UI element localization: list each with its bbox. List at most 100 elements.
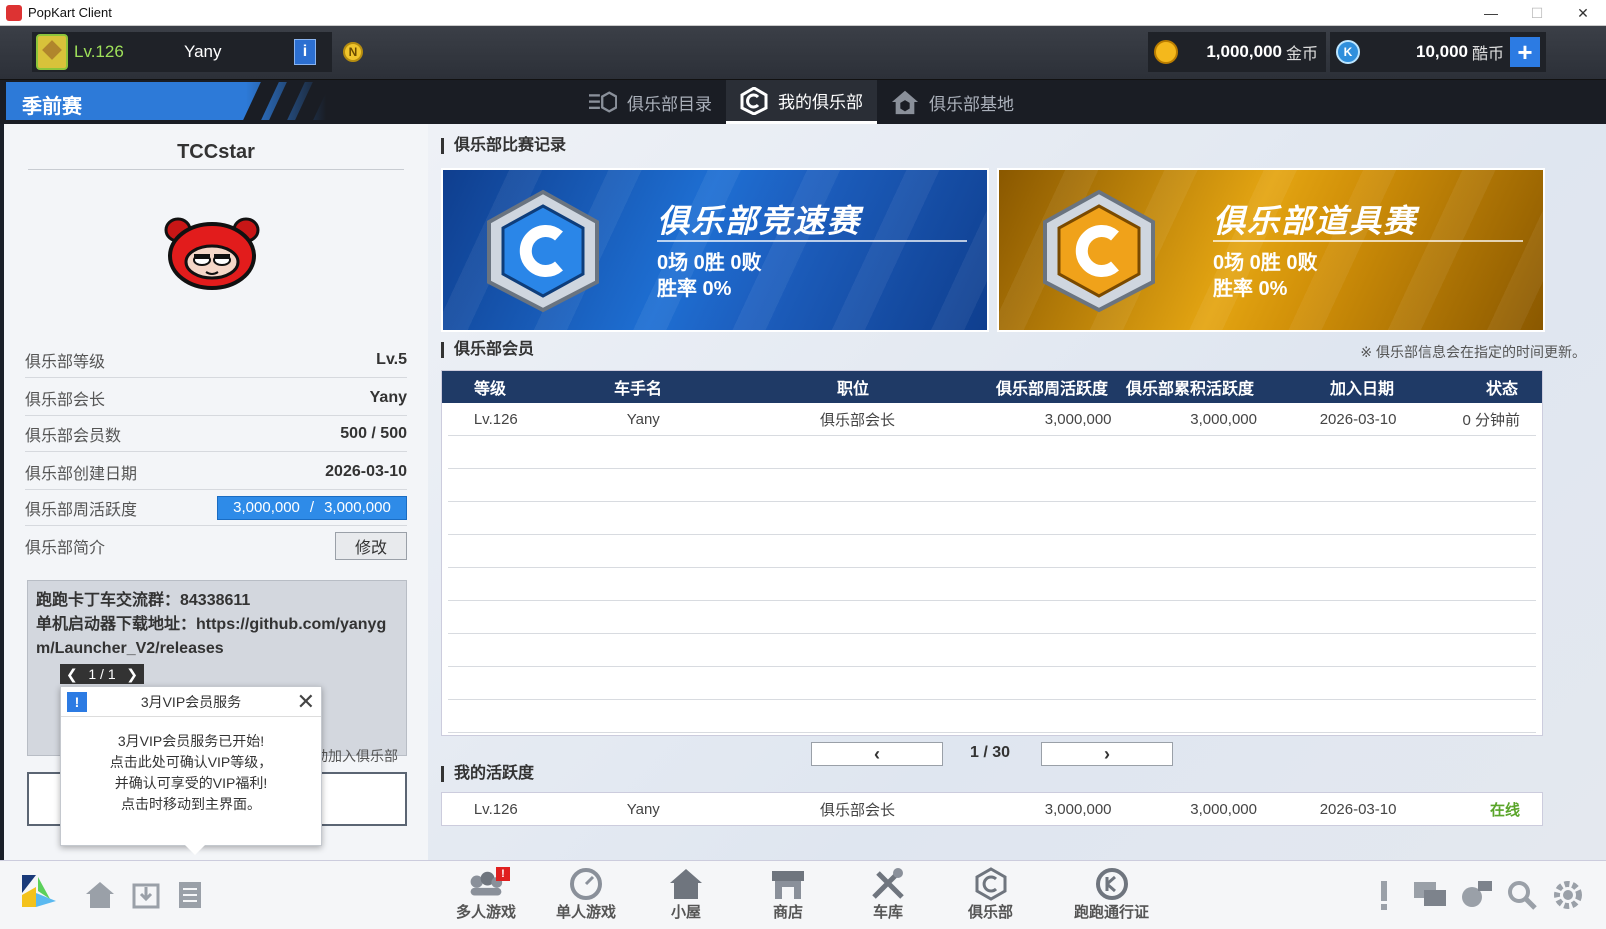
table-row-empty (448, 436, 1536, 469)
nav-multiplayer[interactable]: ! 多人游戏 (456, 867, 516, 922)
item-race-title: 俱乐部道具赛 (1213, 203, 1418, 239)
club-tabs: 俱乐部目录 我的俱乐部 俱乐部基地 (575, 80, 1028, 124)
cell-driver: Yany (626, 800, 660, 818)
inbox-icon[interactable] (128, 877, 164, 913)
nav-garage[interactable]: 车库 (868, 867, 908, 922)
cell-driver: Yany (626, 410, 660, 428)
search-icon[interactable] (1504, 877, 1540, 913)
stat-value: Yany (369, 388, 407, 406)
club-emblem (164, 216, 260, 290)
col-join-date[interactable]: 加入日期 (1254, 375, 1394, 399)
speed-race-record: 0场 0胜 0败 (657, 252, 762, 274)
nav-label: 商店 (772, 904, 803, 921)
vip-line: 点击时移动到主界面。 (121, 796, 261, 812)
table-row-empty (448, 634, 1536, 667)
vip-line: 3月VIP会员服务已开始! (117, 733, 265, 749)
cell-total: 3,000,000 (1190, 800, 1257, 818)
add-currency-button[interactable]: + (1510, 37, 1540, 67)
page-indicator: 1 / 30 (970, 744, 1011, 761)
vip-popup-body[interactable]: 3月VIP会员服务已开始! 点击此处可确认VIP等级， 并确认可享受的VIP福利… (61, 717, 321, 815)
table-row-empty (448, 469, 1536, 502)
table-row[interactable]: Lv.126 Yany 俱乐部会长 3,000,000 3,000,000 20… (448, 403, 1536, 436)
auto-join-label: 动加入俱乐部 (314, 748, 398, 764)
notification-n-icon[interactable]: N (343, 42, 363, 62)
nav-shop[interactable]: 商店 (768, 867, 808, 922)
intro-prev-icon[interactable]: ❮ (66, 666, 78, 683)
col-driver[interactable]: 车手名 (538, 375, 738, 399)
brand-logo-icon[interactable] (20, 873, 56, 909)
garage-icon (868, 867, 908, 901)
prev-page-button[interactable]: ‹ (811, 742, 943, 766)
col-weekly[interactable]: 俱乐部周活跃度 (968, 375, 1108, 399)
user-info-button[interactable]: i (294, 39, 316, 65)
app-icon (6, 4, 22, 21)
stat-value: 2026-03-10 (325, 462, 407, 480)
nav-label: 车库 (872, 904, 903, 921)
tab-my-club[interactable]: 我的俱乐部 (726, 80, 877, 124)
multiplayer-icon: ! (466, 867, 510, 901)
close-icon[interactable]: ✕ (297, 689, 315, 715)
tab-club-base-label: 俱乐部基地 (929, 94, 1014, 114)
table-row-empty (448, 535, 1536, 568)
nav-house[interactable]: 小屋 (666, 867, 706, 922)
stat-value: 500 / 500 (340, 424, 407, 442)
intro-page: 1 / 1 (88, 666, 116, 682)
cell-status: 0 分钟前 (1462, 411, 1520, 429)
nav-label: 单人游戏 (556, 904, 617, 921)
multiplayer-badge: ! (496, 867, 510, 881)
user-level: Lv.126 (74, 42, 124, 61)
cell-join-date: 2026-03-10 (1319, 410, 1397, 428)
cell-position: 俱乐部会长 (819, 801, 895, 819)
notes-icon[interactable] (172, 877, 208, 913)
vip-popup-header: ! 3月VIP会员服务 ✕ (61, 687, 321, 717)
speed-race-title: 俱乐部竞速赛 (657, 203, 862, 239)
alert-exclaim-icon[interactable] (1366, 877, 1402, 913)
chat-icon[interactable] (1412, 877, 1448, 913)
table-row-empty (448, 700, 1536, 733)
nav-singleplayer[interactable]: 单人游戏 (556, 867, 616, 922)
club-base-icon (891, 88, 919, 116)
edit-intro-button[interactable]: 修改 (335, 532, 407, 560)
my-club-icon (740, 86, 768, 115)
k-coin-icon: K (1336, 40, 1360, 64)
speed-race-card[interactable]: 俱乐部竞速赛 0场 0胜 0败 胜率 0% (441, 168, 989, 332)
home-icon[interactable] (82, 877, 118, 913)
cell-level: Lv.126 (473, 800, 518, 818)
tab-my-club-label: 我的俱乐部 (778, 93, 863, 112)
stat-club-level: 俱乐部等级 Lv.5 (25, 342, 407, 378)
nav-club[interactable]: 俱乐部 (968, 867, 1013, 922)
stat-label: 俱乐部会员数 (25, 427, 122, 445)
cell-status-online: 在线 (1489, 801, 1520, 819)
vip-line: 并确认可享受的VIP福利! (114, 775, 268, 791)
update-note: ※ 俱乐部信息会在指定的时间更新。 (1360, 344, 1586, 360)
intro-next-icon[interactable]: ❯ (126, 666, 138, 683)
minimize-button[interactable]: — (1468, 0, 1514, 26)
col-status[interactable]: 状态 (1394, 375, 1534, 399)
item-race-card[interactable]: 俱乐部道具赛 0场 0胜 0败 胜率 0% (997, 168, 1545, 332)
nav-label: 多人游戏 (456, 904, 517, 921)
close-window-button[interactable]: ✕ (1560, 0, 1606, 26)
nav-pass[interactable]: 跑跑通行证 (1074, 867, 1149, 922)
intro-line: m/Launcher_V2/releases (36, 640, 224, 657)
tab-club-base[interactable]: 俱乐部基地 (877, 80, 1028, 124)
club-icon (971, 867, 1011, 901)
col-level[interactable]: 等级 (442, 375, 538, 399)
next-page-button[interactable]: › (1041, 742, 1173, 766)
bottom-bar: ! 多人游戏 单人游戏 小屋 商店 车库 俱乐部 跑跑通行证 (0, 860, 1606, 929)
stat-weekly-activity: 俱乐部周活跃度 3,000,000 / 3,000,000 (25, 490, 407, 526)
club-name: TCCstar (28, 134, 404, 170)
maximize-button[interactable]: ☐ (1514, 0, 1560, 26)
table-row-empty (448, 502, 1536, 535)
friends-icon[interactable] (1458, 877, 1494, 913)
activity-current: 3,000,000 (233, 499, 300, 516)
col-position[interactable]: 职位 (738, 375, 968, 399)
col-total[interactable]: 俱乐部累积活跃度 (1108, 375, 1254, 399)
tab-club-list[interactable]: 俱乐部目录 (575, 80, 726, 124)
gold-value: 1,000,000 (1206, 42, 1282, 61)
club-list-icon (589, 88, 617, 116)
cell-weekly: 3,000,000 (1044, 410, 1112, 428)
settings-gear-icon[interactable] (1550, 877, 1586, 913)
pass-icon (1092, 867, 1132, 901)
tab-club-list-label: 俱乐部目录 (627, 94, 712, 114)
vip-popup[interactable]: ! 3月VIP会员服务 ✕ 3月VIP会员服务已开始! 点击此处可确认VIP等级… (60, 686, 322, 855)
